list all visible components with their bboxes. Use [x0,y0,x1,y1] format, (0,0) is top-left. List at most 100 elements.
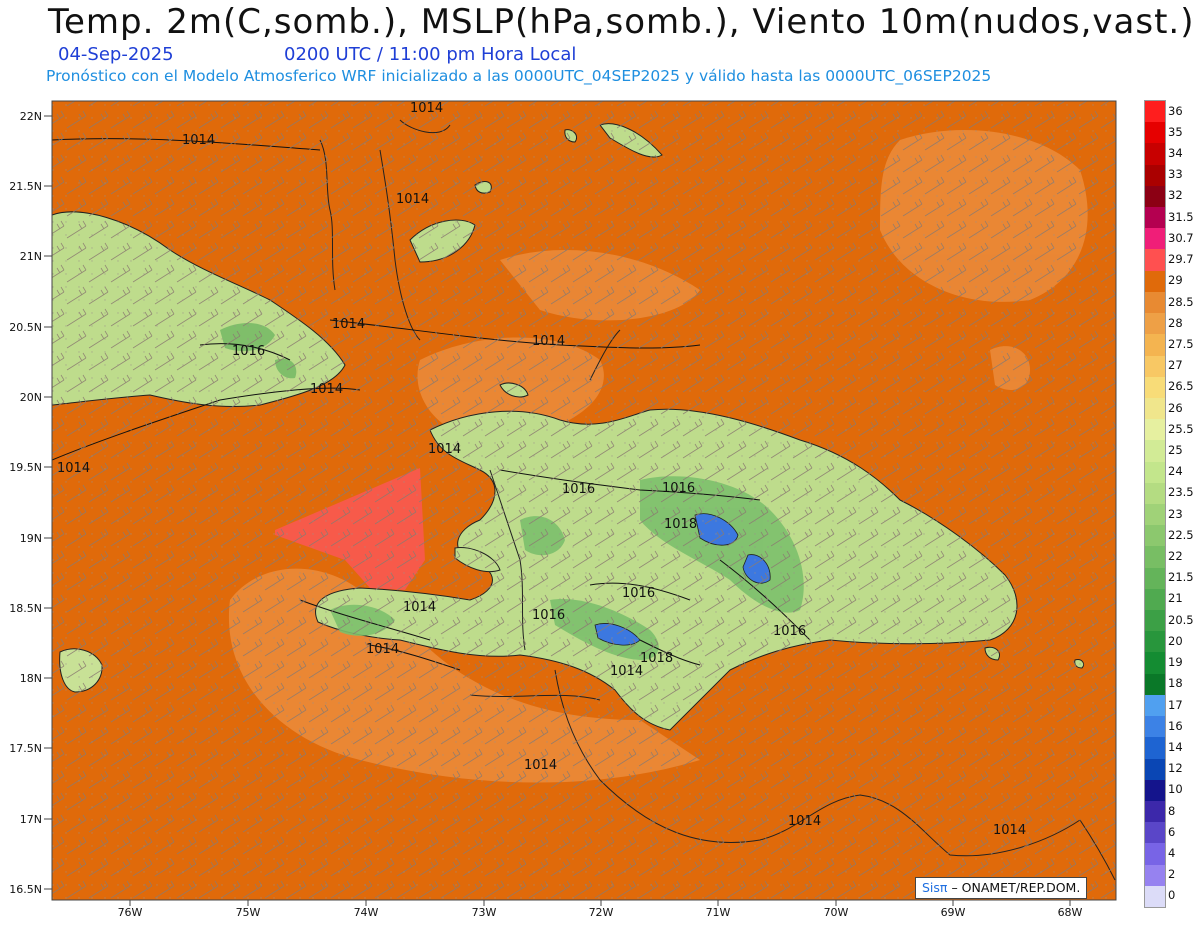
lat-label: 18.5N [9,602,42,615]
isobar-label: 1014 [428,442,461,457]
legend-swatch [1145,758,1165,781]
legend-label: 26.5 [1168,379,1194,394]
legend-label: 25 [1168,442,1183,457]
lon-axis: 76W 75W 74W 73W 72W 71W 70W 69W 68W [118,906,1083,919]
lat-label: 17N [20,813,42,826]
legend-label: 34 [1168,146,1183,161]
legend-label: 33 [1168,167,1183,182]
legend-swatch [1145,249,1165,272]
legend-swatch [1145,694,1165,717]
lat-label: 19N [20,532,42,545]
lat-label: 18N [20,672,42,685]
legend-label: 21 [1168,591,1183,606]
lat-ticks [44,115,52,890]
legend-label: 17 [1168,697,1183,712]
legend-label: 23.5 [1168,485,1194,500]
lat-axis: 22N 21.5N 21N 20.5N 20N 19.5N 19N 18.5N … [9,110,42,896]
isobar-label: 1014 [403,600,436,615]
isobar-label: 1014 [366,642,399,657]
legend-swatch [1145,185,1165,208]
legend-label: 19 [1168,655,1183,670]
legend-label: 24 [1168,464,1183,479]
isobar-label: 1014 [310,382,343,397]
legend-swatch [1145,355,1165,378]
legend-swatch [1145,504,1165,526]
model-info: Pronóstico con el Modelo Atmosferico WRF… [46,67,992,85]
isobar-label: 1016 [532,608,565,623]
legend-swatch [1145,122,1165,144]
legend-swatch [1145,207,1165,229]
legend-label: 29 [1168,273,1183,288]
isobar-label: 1014 [182,133,215,148]
lon-label: 69W [941,906,966,919]
legend-swatch [1145,270,1165,293]
color-legend [1144,100,1166,908]
lat-label: 19.5N [9,461,42,474]
isobar-label: 1018 [664,517,697,532]
lon-label: 76W [118,906,143,919]
forecast-date: 04-Sep-2025 [58,44,174,65]
legend-label: 30.7 [1168,230,1194,245]
legend-swatch [1145,228,1165,250]
legend-swatch [1145,843,1165,866]
lat-label: 21N [20,250,42,263]
isobar-label: 1014 [610,664,643,679]
lon-label: 74W [354,906,379,919]
isobar-label: 1016 [232,344,265,359]
legend-swatch [1145,334,1165,357]
isobar-label: 1014 [993,823,1026,838]
isobar-label: 1014 [57,461,90,476]
legend-swatch [1145,546,1165,569]
legend-swatch [1145,482,1165,505]
legend-swatch [1145,313,1165,335]
date-time-line: 04-Sep-2025 0200 UTC / 11:00 pm Hora Loc… [58,44,576,65]
legend-label: 8 [1168,803,1176,818]
legend-swatch [1145,567,1165,590]
legend-label: 27 [1168,358,1183,373]
lat-label: 20N [20,391,42,404]
legend-label: 12 [1168,761,1183,776]
legend-label: 28 [1168,315,1183,330]
legend-swatch [1145,376,1165,399]
legend-swatch [1145,864,1165,887]
legend-swatch [1145,652,1165,675]
legend-label: 22 [1168,549,1183,564]
isobar-label: 1016 [562,482,595,497]
lat-label: 21.5N [9,180,42,193]
legend-swatch [1145,291,1165,314]
lon-label: 71W [706,906,731,919]
legend-label: 23 [1168,506,1183,521]
grid-dots [52,101,1116,900]
map-title: Temp. 2m(C,somb.), MSLP(hPa,somb.), Vien… [48,2,1195,42]
legend-label: 36 [1168,103,1183,118]
legend-swatch [1145,885,1165,908]
lat-label: 22N [20,110,42,123]
legend-label: 14 [1168,739,1183,754]
legend-label: 4 [1168,845,1176,860]
lon-label: 73W [472,906,497,919]
legend-swatch [1145,588,1165,611]
isobar-label: 1014 [410,101,443,116]
legend-swatch [1145,397,1165,420]
legend-swatch [1145,440,1165,463]
sis-logo-text: Sisπ [922,880,948,895]
lon-label: 70W [824,906,849,919]
legend-label: 20.5 [1168,612,1194,627]
legend-label: 25.5 [1168,421,1194,436]
legend-label: 18 [1168,676,1183,691]
forecast-time: 0200 UTC / 11:00 pm Hora Local [284,44,577,65]
legend-swatch [1145,164,1165,187]
isobar-label: 1014 [788,814,821,829]
legend-swatch [1145,525,1165,547]
lat-label: 17.5N [9,742,42,755]
forecast-map: 1014 1014 1014 1014 1014 1014 1014 1014 … [9,100,1117,919]
isobar-label: 1016 [773,624,806,639]
legend-swatch [1145,800,1165,823]
legend-swatch [1145,101,1165,123]
legend-label: 22.5 [1168,527,1194,542]
legend-label: 6 [1168,824,1176,839]
legend-swatch [1145,461,1165,484]
lat-label: 20.5N [9,321,42,334]
legend-label: 31.5 [1168,209,1194,224]
isobar-label: 1014 [524,758,557,773]
